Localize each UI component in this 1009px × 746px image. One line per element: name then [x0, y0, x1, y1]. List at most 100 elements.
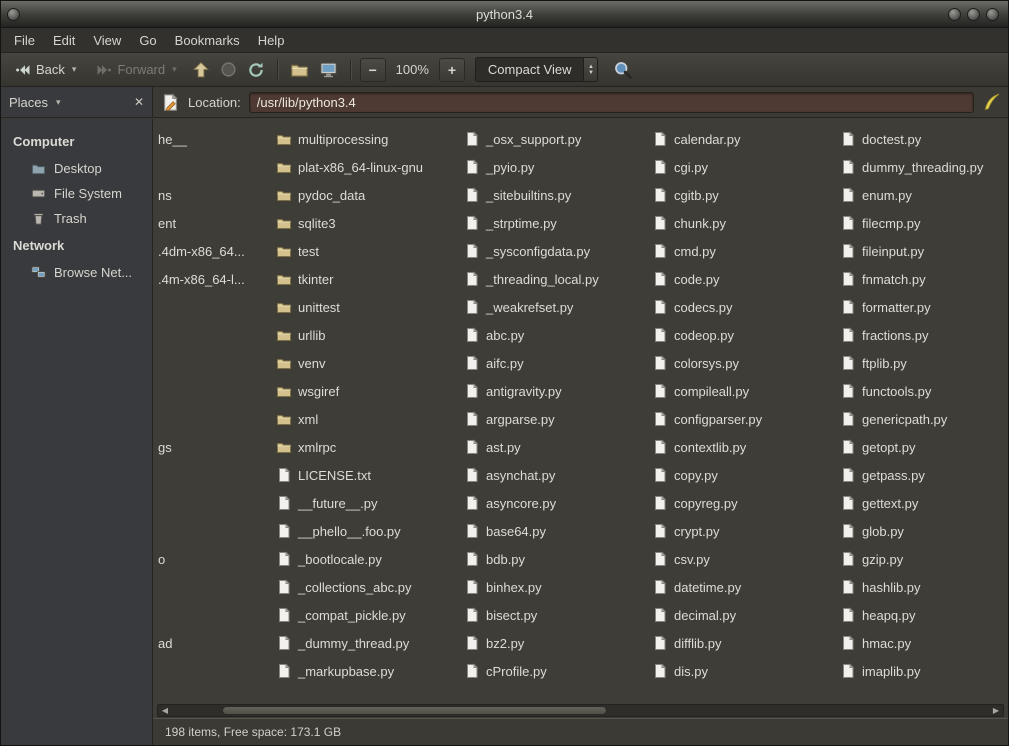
file-item[interactable]: csv.py — [650, 545, 836, 573]
file-item[interactable]: calendar.py — [650, 125, 836, 153]
file-item[interactable]: glob.py — [838, 517, 1008, 545]
file-item[interactable]: cmd.py — [650, 237, 836, 265]
file-item[interactable]: asyncore.py — [462, 489, 648, 517]
folder-item[interactable]: xml — [274, 405, 460, 433]
edit-path-icon[interactable] — [161, 93, 180, 112]
file-item[interactable]: antigravity.py — [462, 377, 648, 405]
file-item[interactable]: ast.py — [462, 433, 648, 461]
file-item[interactable]: aifc.py — [462, 349, 648, 377]
file-item[interactable]: copy.py — [650, 461, 836, 489]
file-item[interactable]: chunk.py — [650, 209, 836, 237]
file-item[interactable]: _threading_local.py — [462, 265, 648, 293]
file-item[interactable]: colorsys.py — [650, 349, 836, 377]
sidebar-item-desktop[interactable]: Desktop — [1, 156, 152, 181]
maximize-button[interactable] — [967, 8, 980, 21]
file-item[interactable]: cgitb.py — [650, 181, 836, 209]
file-item[interactable]: fnmatch.py — [838, 265, 1008, 293]
menu-edit[interactable]: Edit — [44, 30, 84, 51]
horizontal-scrollbar[interactable]: ◀ ▶ — [157, 704, 1004, 717]
file-list-area[interactable]: multiprocessingplat-x86_64-linux-gnupydo… — [153, 119, 1008, 745]
sidebar-item-trash[interactable]: Trash — [1, 206, 152, 231]
file-item-clipped[interactable]: he__ — [156, 125, 187, 153]
forward-button[interactable]: Forward ▾ — [88, 57, 184, 83]
file-item[interactable]: ftplib.py — [838, 349, 1008, 377]
scrollbar-track[interactable] — [172, 705, 989, 716]
reload-button[interactable] — [244, 58, 268, 82]
minimize-button[interactable] — [948, 8, 961, 21]
file-item[interactable]: _sysconfigdata.py — [462, 237, 648, 265]
file-item[interactable]: fileinput.py — [838, 237, 1008, 265]
file-item[interactable]: abc.py — [462, 321, 648, 349]
folder-item[interactable]: urllib — [274, 321, 460, 349]
file-item[interactable]: _bootlocale.py — [274, 545, 460, 573]
file-item[interactable]: _collections_abc.py — [274, 573, 460, 601]
view-mode-combobox[interactable]: Compact View ▲▼ — [475, 57, 599, 82]
file-item[interactable]: code.py — [650, 265, 836, 293]
file-item[interactable]: doctest.py — [838, 125, 1008, 153]
folder-item[interactable]: multiprocessing — [274, 125, 460, 153]
file-item-clipped[interactable]: o — [156, 545, 165, 573]
file-item-clipped[interactable]: ent — [156, 209, 176, 237]
places-close-icon[interactable]: ✕ — [134, 95, 144, 109]
open-folder-button[interactable] — [287, 57, 312, 82]
file-item[interactable]: copyreg.py — [650, 489, 836, 517]
file-item[interactable]: difflib.py — [650, 629, 836, 657]
file-item[interactable]: codecs.py — [650, 293, 836, 321]
file-item[interactable]: gettext.py — [838, 489, 1008, 517]
titlebar[interactable]: python3.4 — [1, 1, 1008, 28]
file-item[interactable]: genericpath.py — [838, 405, 1008, 433]
file-item[interactable]: formatter.py — [838, 293, 1008, 321]
folder-item[interactable]: pydoc_data — [274, 181, 460, 209]
file-item[interactable]: _weakrefset.py — [462, 293, 648, 321]
file-item[interactable]: gzip.py — [838, 545, 1008, 573]
file-item[interactable]: _pyio.py — [462, 153, 648, 181]
menu-go[interactable]: Go — [130, 30, 165, 51]
go-up-button[interactable] — [189, 58, 213, 82]
file-item[interactable]: crypt.py — [650, 517, 836, 545]
stop-button[interactable] — [217, 58, 240, 81]
file-item[interactable]: configparser.py — [650, 405, 836, 433]
folder-item[interactable]: test — [274, 237, 460, 265]
back-button[interactable]: Back ▾ — [7, 57, 84, 83]
folder-item[interactable]: venv — [274, 349, 460, 377]
file-item[interactable]: cProfile.py — [462, 657, 648, 685]
zoom-in-button[interactable]: + — [439, 58, 465, 82]
file-item-clipped[interactable]: .4m-x86_64-l... — [156, 265, 245, 293]
folder-item[interactable]: tkinter — [274, 265, 460, 293]
file-item-clipped[interactable]: gs — [156, 433, 172, 461]
file-item[interactable]: bz2.py — [462, 629, 648, 657]
file-item[interactable]: functools.py — [838, 377, 1008, 405]
file-item[interactable]: hashlib.py — [838, 573, 1008, 601]
file-item[interactable]: compileall.py — [650, 377, 836, 405]
file-item[interactable]: hmac.py — [838, 629, 1008, 657]
file-item[interactable]: decimal.py — [650, 601, 836, 629]
file-item[interactable]: dummy_threading.py — [838, 153, 1008, 181]
file-item[interactable]: enum.py — [838, 181, 1008, 209]
close-button[interactable] — [986, 8, 999, 21]
file-item[interactable]: cgi.py — [650, 153, 836, 181]
file-item[interactable]: _strptime.py — [462, 209, 648, 237]
folder-item[interactable]: sqlite3 — [274, 209, 460, 237]
file-item[interactable]: datetime.py — [650, 573, 836, 601]
menu-view[interactable]: View — [84, 30, 130, 51]
forward-dropdown-icon[interactable]: ▾ — [172, 64, 177, 75]
file-item[interactable]: asynchat.py — [462, 461, 648, 489]
file-item[interactable]: argparse.py — [462, 405, 648, 433]
file-item-clipped[interactable]: .4dm-x86_64... — [156, 237, 245, 265]
folder-item[interactable]: xmlrpc — [274, 433, 460, 461]
file-item[interactable]: _compat_pickle.py — [274, 601, 460, 629]
folder-item[interactable]: wsgiref — [274, 377, 460, 405]
file-item[interactable]: codeop.py — [650, 321, 836, 349]
places-selector-icon[interactable]: ▾ — [56, 97, 61, 108]
scroll-right-icon[interactable]: ▶ — [989, 705, 1003, 716]
scrollbar-thumb[interactable] — [222, 706, 607, 715]
quill-icon[interactable] — [982, 93, 1000, 111]
file-item-clipped[interactable]: ns — [156, 181, 172, 209]
file-item[interactable]: getpass.py — [838, 461, 1008, 489]
file-item[interactable]: _markupbase.py — [274, 657, 460, 685]
file-item[interactable]: _osx_support.py — [462, 125, 648, 153]
file-item[interactable]: filecmp.py — [838, 209, 1008, 237]
location-input[interactable] — [249, 92, 974, 113]
menu-file[interactable]: File — [5, 30, 44, 51]
folder-item[interactable]: plat-x86_64-linux-gnu — [274, 153, 460, 181]
